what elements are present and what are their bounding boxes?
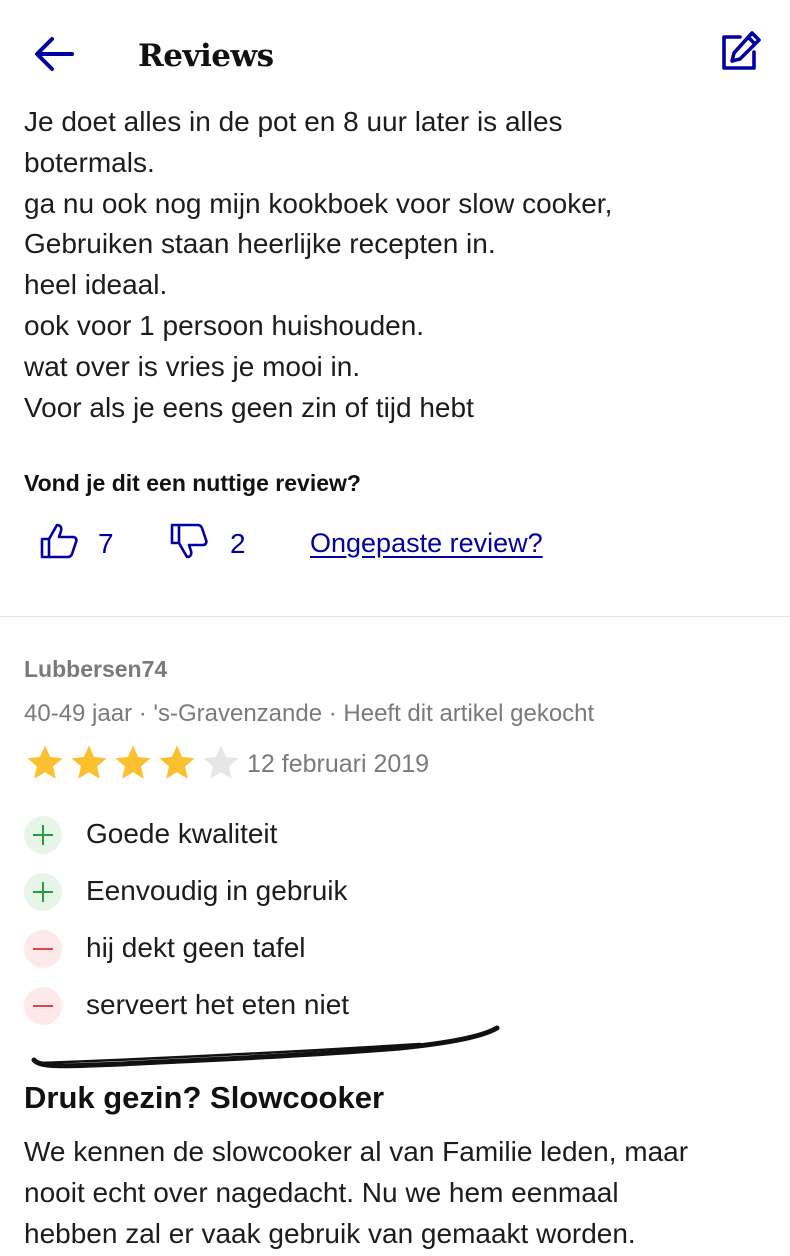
report-review-link[interactable]: Ongepaste review? [310,528,543,559]
review-text: Je doet alles in de pot en 8 uur later i… [24,102,764,428]
helpful-question: Vond je dit een nuttige review? [24,470,361,496]
divider [0,616,790,617]
review-title: Druk gezin? Slowcooker [24,1080,385,1115]
star-filled-icon [115,745,151,779]
con-item: hij dekt geen tafel [24,928,764,968]
plus-icon [24,873,62,911]
review-text-line: Voor als je eens geen zin of tijd hebt [24,391,474,423]
edit-icon [722,31,761,70]
reviews-page: Reviews Je doet alles in de pot en 8 uur… [0,0,790,1256]
review-text-line: Gebruiken staan heerlijke recepten in. [24,228,496,260]
pro-item: Eenvoudig in gebruik [24,871,764,911]
arrow-left-icon [35,37,74,71]
review-text-line: ook voor 1 persoon huishouden. [24,309,425,341]
review-text-line: hebben zal er vaak gebruik van gemaakt w… [24,1217,636,1249]
review-date: 12 februari 2019 [247,750,430,778]
review-text-line: We kennen de slowcooker al van Familie l… [24,1136,689,1167]
pro-text: Goede kwaliteit [86,818,278,849]
star-empty-icon [203,745,239,779]
back-button[interactable] [30,30,78,78]
handwritten-underline [31,1025,500,1069]
thumbs-up-icon [40,523,78,559]
thumbs-down-icon [170,523,208,559]
thumbs-down-button[interactable] [168,520,210,562]
header: Reviews [0,0,790,104]
star-filled-icon [71,745,107,779]
vote-row: 7 2 Ongepaste review? [0,516,790,576]
reviewer-name: Lubbersen74 [24,656,168,682]
review-text-line: ga nu ook nog mijn kookboek voor slow co… [24,187,613,219]
review-text-line: Je doet alles in de pot en 8 uur later i… [24,106,563,137]
thumbs-down-count: 2 [230,528,246,559]
con-text: hij dekt geen tafel [86,932,306,963]
reviewer-meta: 40-49 jaar · 's-Gravenzande · Heeft dit … [24,700,595,727]
review-text-line: botermals. [24,146,155,178]
plus-icon [24,816,62,854]
review-text-line: nooit echt over nagedacht. Nu we hem een… [24,1176,619,1208]
review-text-line: wat over is vries je mooi in. [24,350,361,382]
thumbs-up-count: 7 [98,528,114,559]
pro-text: Eenvoudig in gebruik [86,875,348,906]
pro-item: Goede kwaliteit [24,814,764,854]
thumbs-up-button[interactable] [38,520,80,562]
page-title: Reviews [138,38,274,74]
write-review-button[interactable] [716,28,764,76]
review-text: We kennen de slowcooker al van Familie l… [24,1132,774,1254]
star-filled-icon [159,745,195,779]
minus-icon [24,930,62,968]
review-text-line: heel ideaal. [24,269,168,301]
star-filled-icon [27,745,63,779]
